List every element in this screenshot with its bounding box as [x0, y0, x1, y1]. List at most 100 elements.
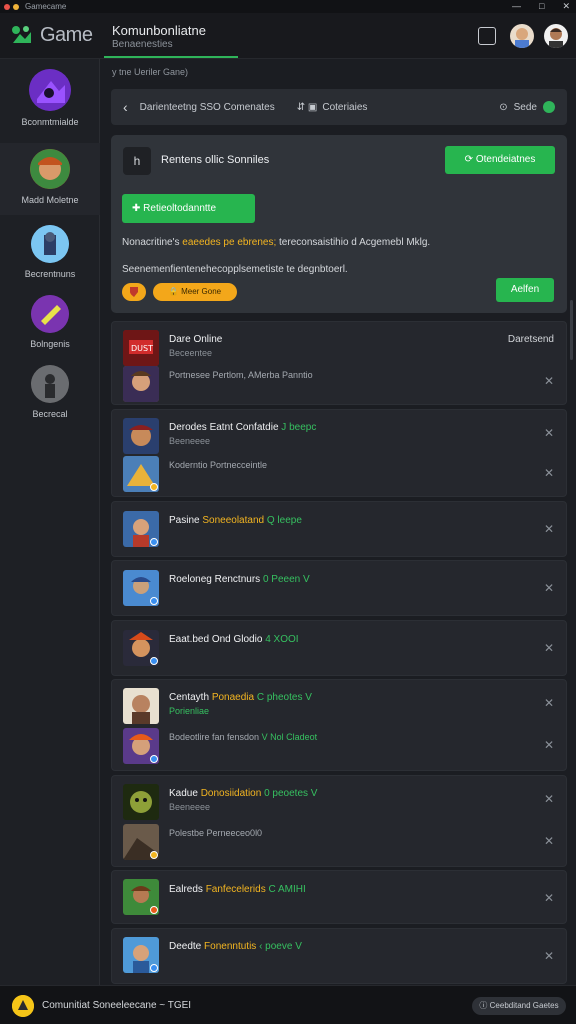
footer-pill[interactable]: ⓘ Ceebditand Gaetes — [472, 997, 566, 1015]
game-title-8-green: C AMIHI — [265, 884, 306, 895]
apply-button[interactable]: Aelfen — [496, 278, 554, 302]
game-sub-2: Beeneeee — [169, 436, 211, 446]
game-row2-7: Polestbe Perneeceo0l0 — [169, 828, 263, 838]
game-card-6[interactable]: Centayth Ponaedia C pheotes V Porienliae… — [111, 679, 567, 771]
sidebar-label-1: Bconmtmialde — [21, 117, 79, 127]
logo-icon — [10, 23, 34, 47]
promo-line-1c: tereconsaistihio d Acgemebl Mklg. — [276, 237, 431, 248]
game-card-3[interactable]: Pasine Soneeolatand Q leepe ✕ — [111, 501, 567, 557]
game-card-2[interactable]: Derodes Eatnt Confatdie J beepc Beeneeee… — [111, 409, 567, 497]
app-header: Game Komunbonliatne Benaenesties — [0, 13, 576, 59]
promo-icon: h — [123, 147, 151, 175]
sidebar-item-4[interactable]: Bolngenis — [0, 295, 100, 361]
logo-text: Game — [40, 23, 93, 46]
promo-pill[interactable]: 🔒 Meer Gone — [153, 283, 237, 301]
game-thumb-7 — [123, 784, 159, 820]
close-icon[interactable]: ✕ — [544, 949, 554, 963]
badge-icon — [150, 964, 158, 972]
sidebar-avatar-1 — [29, 69, 71, 111]
game-card-5[interactable]: Eaat.bed Ond Glodio 4 XOOI ✕ — [111, 620, 567, 676]
game-card-1[interactable]: DUST Dare Online Beceentee Daretsend Por… — [111, 321, 567, 405]
game-title-3-green: Q leepe — [264, 515, 302, 526]
game-thumb-9 — [123, 937, 159, 973]
status-dot-icon[interactable] — [543, 101, 555, 113]
game-title-5-green: 4 XOOI — [265, 634, 299, 645]
close-icon[interactable]: ✕ — [544, 466, 554, 480]
lock-icon: 🔒 — [168, 287, 182, 296]
close-icon[interactable]: ✕ — [544, 696, 554, 710]
promo-action-button[interactable]: ✚ Retieoltodanntte — [122, 194, 255, 223]
sidebar-label-4: Bolngenis — [30, 339, 70, 349]
badge-icon — [150, 538, 158, 546]
toolbar-right-text[interactable]: Sede — [514, 102, 537, 113]
close-icon[interactable]: ✕ — [544, 891, 554, 905]
game-thumb-6b — [123, 728, 159, 764]
footer: Comunitiat Soneeleecane ~ TGEI ⓘ Ceebdit… — [0, 985, 576, 1024]
game-title-5-main: Eaat.bed Ond Glodio — [169, 634, 266, 645]
close-icon[interactable]: ✕ — [544, 426, 554, 440]
window-toggle-icon[interactable] — [478, 27, 496, 45]
game-thumb-1: DUST — [123, 330, 159, 366]
sidebar-item-2[interactable]: Madd Moletne — [0, 143, 100, 215]
game-card-4[interactable]: Roeloneg Renctnurs 0 Peeen V ✕ — [111, 560, 567, 616]
game-title-4-main: Roeloneg Renctnurs — [169, 574, 263, 585]
game-row2-1: Portnesee Pertlom, AMerba Panntio — [169, 370, 313, 380]
close-icon[interactable]: ✕ — [544, 834, 554, 848]
app-logo[interactable]: Game — [10, 23, 93, 47]
footer-pill-label: Ceebditand Gaetes — [489, 1001, 559, 1010]
toolbar-left-text[interactable]: Darienteetng SSO Comenates — [140, 102, 275, 113]
game-row2-6-main: Bodeotlire fan fensdon — [169, 732, 262, 742]
app-window: Gamecame — □ ✕ Game Komunbonliatne Benae… — [0, 0, 576, 1024]
profile-avatar[interactable] — [544, 24, 568, 48]
close-icon[interactable]: ✕ — [544, 374, 554, 388]
toolbar-mid-text[interactable]: Coteriaies — [322, 102, 367, 113]
search-icon[interactable]: ⊙ — [499, 102, 507, 113]
scrollbar[interactable] — [570, 300, 573, 360]
maximize-icon[interactable]: □ — [539, 0, 544, 13]
game-title-6-main: Centayth — [169, 692, 212, 703]
game-thumb-2b — [123, 456, 159, 492]
promo-line-1b: eaeedes pe ebrenes; — [182, 237, 277, 248]
minimize-window-dot[interactable] — [13, 3, 19, 10]
badge-icon — [150, 851, 158, 859]
game-title-2-main: Derodes Eatnt Confatdie — [169, 422, 282, 433]
promo-card: h Rentens ollic Sonniles ⟳ Otendeiatnes … — [111, 135, 567, 313]
game-thumb-5 — [123, 630, 159, 666]
close-icon[interactable]: ✕ — [544, 581, 554, 595]
sort-icon[interactable]: ⇵ ▣ — [297, 102, 318, 113]
sidebar-avatar-4 — [31, 295, 69, 333]
game-title-4-green: 0 Peeen V — [262, 574, 310, 585]
sidebar-item-1[interactable]: Bconmtmialde — [0, 69, 100, 143]
game-title-8-yellow: Fanfecelerids — [205, 884, 266, 895]
user-avatar[interactable] — [510, 24, 534, 48]
close-icon[interactable]: ✕ — [544, 738, 554, 752]
community-icon[interactable] — [12, 995, 34, 1017]
active-tab-indicator — [104, 56, 238, 58]
close-icon[interactable]: ✕ — [562, 0, 570, 13]
game-card-9[interactable]: Deedte Fonenntutis ‹ poeve V ✕ — [111, 928, 567, 984]
game-title-2-green: J beepc — [281, 422, 317, 433]
close-window-dot[interactable] — [4, 3, 10, 10]
game-title-3-main: Pasine — [169, 515, 203, 526]
game-title-7-yellow: Donosiidation — [200, 788, 262, 799]
window-controls: — □ ✕ — [512, 0, 570, 13]
close-icon[interactable]: ✕ — [544, 522, 554, 536]
game-title-7: Kadue Donosiidation 0 peoetes V — [169, 788, 317, 799]
breadcrumb[interactable]: y tne Ueriler Gane) — [112, 67, 188, 77]
sidebar-item-5[interactable]: Becrecal — [0, 365, 100, 431]
sidebar-item-3[interactable]: Becrentnuns — [0, 225, 100, 291]
game-card-8[interactable]: Ealreds Fanfecelerids C AMIHI ✕ — [111, 870, 567, 924]
promo-top-button[interactable]: ⟳ Otendeiatnes — [445, 146, 555, 174]
game-title-3: Pasine Soneeolatand Q leepe — [169, 515, 302, 526]
footer-text[interactable]: Comunitiat Soneeleecane ~ TGEI — [42, 1000, 191, 1011]
game-sub-7: Beeneeee — [169, 802, 211, 812]
minimize-icon[interactable]: — — [512, 0, 521, 13]
sidebar-avatar-3 — [31, 225, 69, 263]
game-title-9-main: Deedte — [169, 941, 205, 952]
close-icon[interactable]: ✕ — [544, 641, 554, 655]
promo-title: Rentens ollic Sonniles — [161, 154, 270, 166]
close-icon[interactable]: ✕ — [544, 792, 554, 806]
back-arrow-icon[interactable]: ‹ — [123, 99, 128, 115]
sidebar-label-3: Becrentnuns — [24, 269, 76, 279]
game-card-7[interactable]: Kadue Donosiidation 0 peoetes V Beeneeee… — [111, 775, 567, 867]
